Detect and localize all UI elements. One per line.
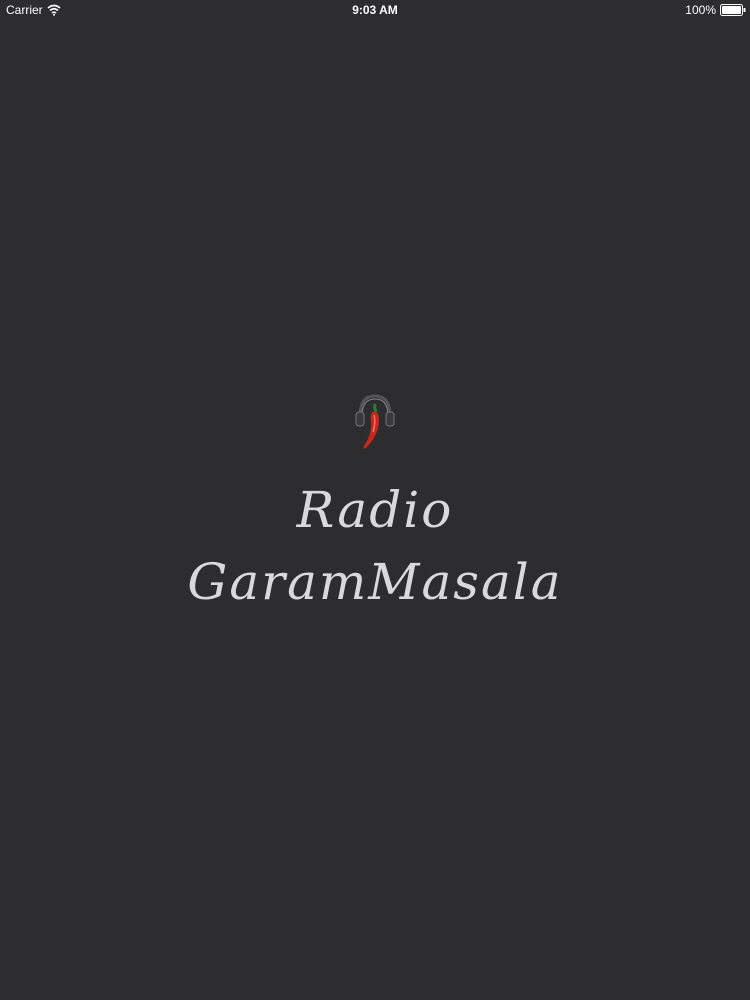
app-title: Radio GaramMasala — [0, 474, 750, 618]
battery-icon — [720, 4, 746, 16]
chili-headphones-icon — [355, 394, 395, 449]
status-bar: Carrier 9:03 AM 100% — [0, 0, 750, 22]
status-right: 100% — [685, 3, 746, 17]
status-time: 9:03 AM — [352, 3, 398, 17]
battery-percentage: 100% — [685, 3, 716, 17]
splash-screen: Radio GaramMasala — [0, 392, 750, 618]
app-title-line2: GaramMasala — [187, 553, 563, 611]
app-title-line1: Radio — [296, 481, 454, 539]
